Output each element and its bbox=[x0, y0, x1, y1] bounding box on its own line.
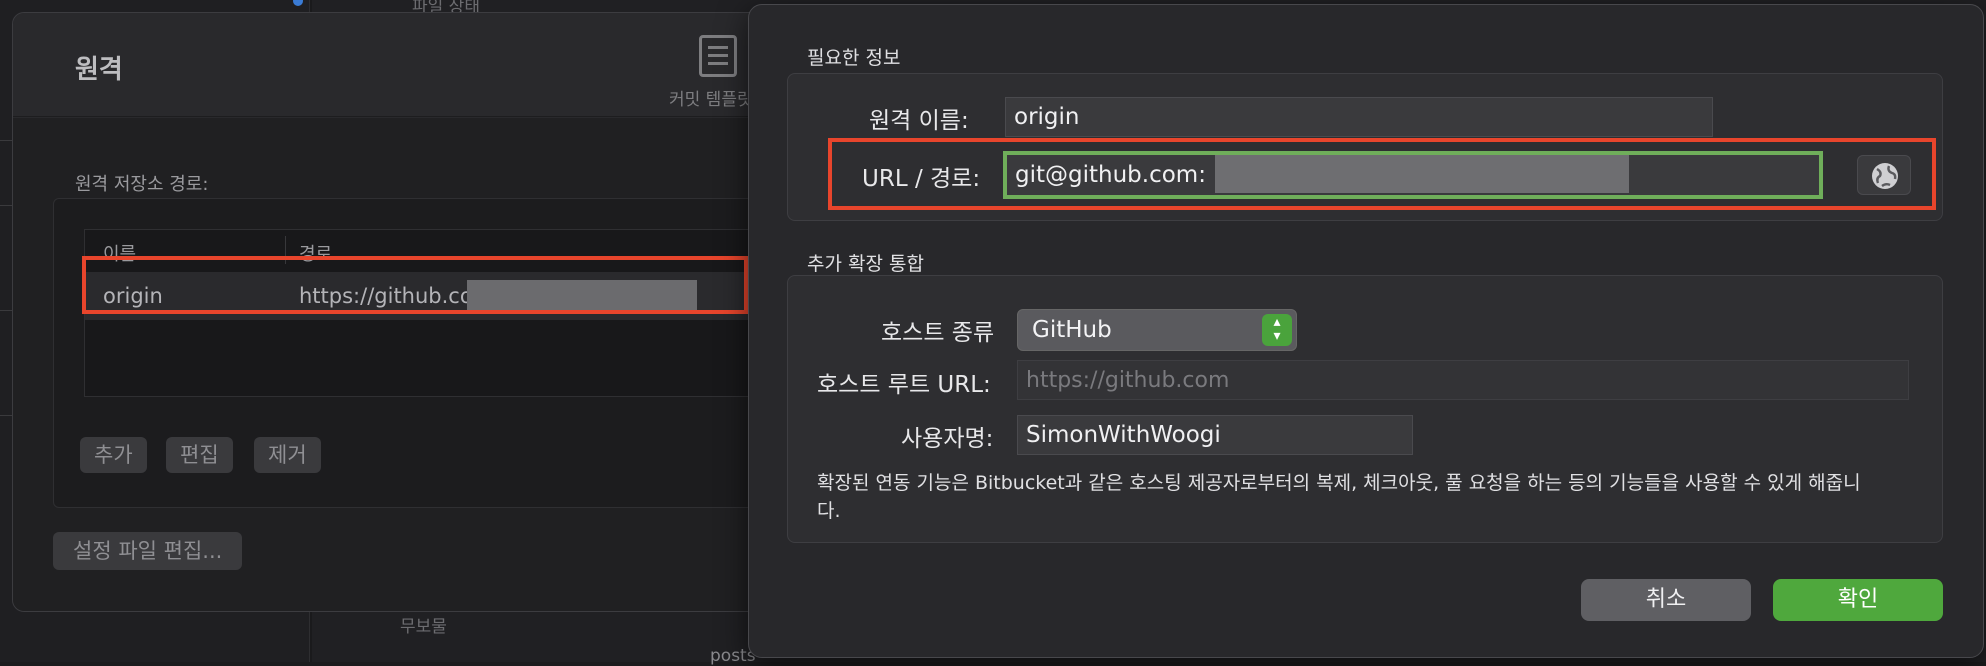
remote-dialog-body: 원격 저장소 경로: 이름 경로 origin https://github.c… bbox=[13, 118, 801, 611]
host-root-url-field[interactable]: https://github.com bbox=[1017, 360, 1909, 400]
edit-remote-button[interactable]: 편집 bbox=[166, 437, 233, 473]
username-label: 사용자명: bbox=[901, 426, 994, 452]
remote-dialog-title: 원격 bbox=[75, 55, 123, 85]
remote-dialog-header: 원격 커밋 템플릿 bbox=[13, 13, 801, 117]
annotation-highlight-box bbox=[82, 256, 748, 314]
host-type-value: GitHub bbox=[1032, 317, 1112, 343]
integration-description: 확장된 연동 기능은 Bitbucket과 같은 호스팅 제공자로부터의 복제,… bbox=[817, 472, 1861, 522]
remote-name-label: 원격 이름: bbox=[869, 108, 969, 134]
username-field[interactable]: SimonWithWoogi bbox=[1017, 415, 1413, 455]
host-type-select[interactable]: GitHub ▴ ▾ bbox=[1017, 309, 1297, 351]
add-remote-button[interactable]: 추가 bbox=[80, 437, 147, 473]
extension-integration-title: 추가 확장 통합 bbox=[807, 253, 924, 275]
host-type-label: 호스트 종류 bbox=[881, 320, 995, 346]
host-root-url-label: 호스트 루트 URL: bbox=[817, 372, 991, 398]
edit-config-file-button[interactable]: 설정 파일 편집... bbox=[53, 532, 243, 570]
background-sidebar-label: 무보물 bbox=[400, 617, 447, 637]
ok-button[interactable]: 확인 bbox=[1773, 579, 1943, 621]
remote-path-label: 원격 저장소 경로: bbox=[75, 174, 209, 195]
required-info-title: 필요한 정보 bbox=[807, 47, 901, 69]
remote-name-field[interactable]: origin bbox=[1005, 97, 1713, 137]
commit-template-icon[interactable] bbox=[699, 35, 737, 77]
stepper-icon: ▴ ▾ bbox=[1262, 314, 1292, 346]
commit-template-label[interactable]: 커밋 템플릿 bbox=[669, 85, 753, 110]
remote-list-group: 이름 경로 origin https://github.com 추가 편집 제거 bbox=[53, 198, 801, 508]
remove-remote-button[interactable]: 제거 bbox=[254, 437, 321, 473]
edit-remote-sheet: 필요한 정보 원격 이름: origin URL / 경로: git@githu… bbox=[748, 4, 1984, 658]
annotation-highlight-box bbox=[828, 138, 1936, 210]
cancel-button[interactable]: 취소 bbox=[1581, 579, 1751, 621]
